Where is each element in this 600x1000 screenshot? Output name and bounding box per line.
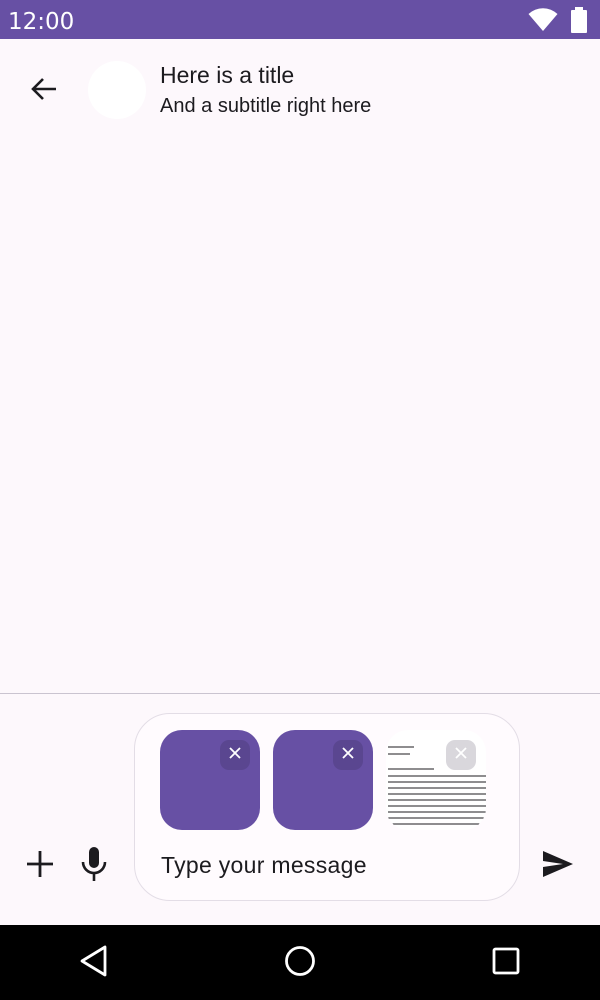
attachment-list [160, 730, 486, 830]
page-title: Here is a title [160, 62, 295, 88]
attachment-image-2[interactable] [273, 730, 373, 830]
message-input-card [134, 713, 520, 901]
attachment-document[interactable] [386, 730, 486, 830]
wifi-icon [528, 8, 558, 37]
message-input[interactable] [161, 848, 491, 882]
message-composer [0, 694, 600, 925]
attachment-image-1[interactable] [160, 730, 260, 830]
send-button[interactable] [534, 844, 582, 888]
status-icons [528, 7, 588, 38]
page-subtitle: And a subtitle right here [160, 95, 372, 117]
add-icon [25, 849, 55, 884]
chat-screen: 12:00 Here is a title And a subtitle rig… [0, 0, 600, 1000]
back-button[interactable] [18, 65, 70, 117]
top-app-bar: Here is a title And a subtitle right her… [0, 39, 600, 139]
add-attachment-button[interactable] [18, 844, 62, 888]
close-icon [454, 746, 468, 765]
nav-back-icon [79, 945, 109, 982]
system-nav-bar [0, 925, 600, 1000]
remove-attachment-button[interactable] [446, 740, 476, 770]
send-icon [542, 850, 574, 883]
avatar [88, 61, 146, 119]
status-time: 12:00 [8, 9, 75, 35]
nav-home-button[interactable] [276, 939, 324, 987]
remove-attachment-button[interactable] [220, 740, 250, 770]
nav-recents-button[interactable] [482, 939, 530, 987]
arrow-back-icon [29, 74, 59, 109]
nav-back-button[interactable] [70, 939, 118, 987]
battery-icon [570, 7, 588, 38]
mic-icon [80, 846, 108, 887]
nav-recents-icon [492, 947, 520, 980]
voice-input-button[interactable] [72, 844, 116, 888]
close-icon [341, 746, 355, 765]
close-icon [228, 746, 242, 765]
nav-home-icon [284, 945, 316, 982]
remove-attachment-button[interactable] [333, 740, 363, 770]
status-bar: 12:00 [0, 0, 600, 39]
message-list[interactable] [0, 139, 600, 693]
